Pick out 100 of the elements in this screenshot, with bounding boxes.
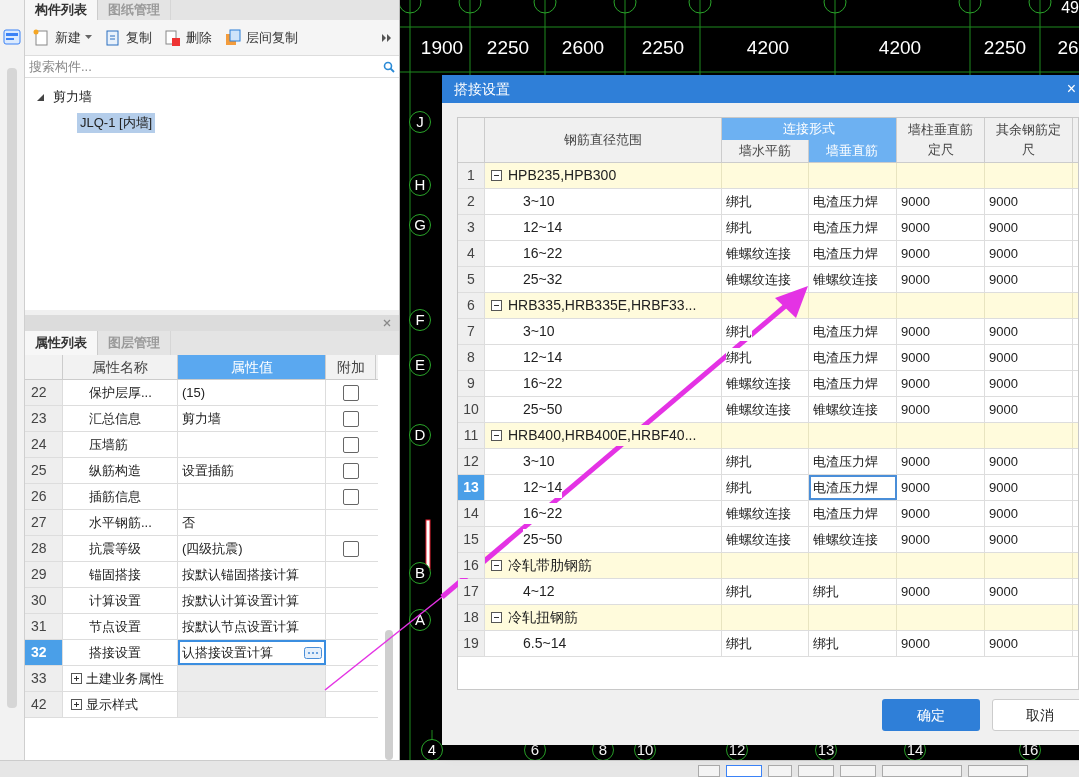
close-button[interactable]: × (1066, 81, 1076, 97)
property-name: 锚固搭接 (89, 565, 141, 584)
column-header[interactable]: 墙水平筋 (722, 140, 809, 162)
double-chevron-icon[interactable] (382, 33, 391, 42)
property-name: 抗震等级 (89, 539, 141, 558)
cancel-button[interactable]: 取消 (992, 699, 1079, 731)
table-cell: 16~22 (523, 503, 563, 524)
row-number[interactable]: 12 (458, 449, 485, 474)
checkbox[interactable] (343, 540, 359, 557)
column-header[interactable]: 附加 (326, 355, 376, 379)
tab[interactable]: 构件列表 (25, 0, 98, 20)
row-number[interactable]: 19 (458, 631, 485, 656)
row-number[interactable]: 33 (25, 666, 63, 691)
row-number[interactable]: 18 (458, 605, 485, 630)
row-number[interactable]: 11 (458, 423, 485, 448)
group-name: 土建业务属性 (86, 669, 164, 688)
row-number[interactable]: 1 (458, 163, 485, 188)
row-number[interactable]: 9 (458, 371, 485, 396)
scrollbar[interactable] (384, 630, 393, 760)
row-number[interactable]: 22 (25, 380, 63, 405)
row-number[interactable]: 5 (458, 267, 485, 292)
collapse-triangle-icon[interactable] (37, 93, 44, 101)
axis-label: J (409, 111, 431, 133)
ellipsis-button[interactable] (304, 646, 322, 659)
row-number[interactable]: 29 (25, 562, 63, 587)
row-number[interactable]: 7 (458, 319, 485, 344)
row-number[interactable]: 16 (458, 553, 485, 578)
axis-label: D (409, 424, 431, 446)
property-value: (四级抗震) (182, 539, 243, 558)
property-name: 插筋信息 (89, 487, 141, 506)
row-number[interactable]: 14 (458, 501, 485, 526)
tab[interactable]: 属性列表 (25, 331, 98, 355)
document-icon (164, 28, 182, 47)
row-number[interactable]: 2 (458, 189, 485, 214)
row-number[interactable]: 6 (458, 293, 485, 318)
axis-bubble (1028, 0, 1052, 14)
checkbox[interactable] (343, 384, 359, 401)
row-number[interactable]: 4 (458, 241, 485, 266)
toolbar-button[interactable]: 删除 (164, 27, 212, 48)
property-name: 保护层厚... (89, 383, 152, 402)
row-number[interactable]: 42 (25, 692, 63, 717)
collapse-icon[interactable] (491, 170, 502, 181)
group-name: 显示样式 (86, 695, 138, 714)
axis-label: F (409, 309, 431, 331)
property-value: (15) (182, 383, 206, 402)
property-name: 汇总信息 (89, 409, 141, 428)
property-value: 按默认锚固搭接计算 (182, 565, 299, 584)
property-name: 节点设置 (89, 617, 141, 636)
collapse-icon[interactable] (491, 560, 502, 571)
row-number[interactable]: 30 (25, 588, 63, 613)
scrollbar[interactable] (7, 68, 17, 708)
checkbox[interactable] (343, 410, 359, 427)
row-number[interactable]: 25 (25, 458, 63, 483)
window-icon[interactable] (3, 28, 21, 46)
row-number[interactable]: 15 (458, 527, 485, 552)
axis-label: E (409, 354, 431, 376)
toolbar-button[interactable] (726, 765, 762, 777)
axis-label: B (409, 562, 431, 584)
row-number[interactable]: 10 (458, 397, 485, 422)
checkbox[interactable] (343, 462, 359, 479)
axis-bubble (458, 0, 482, 14)
toolbar-button[interactable]: 新建 (33, 27, 92, 48)
search-icon[interactable] (383, 60, 395, 73)
axis-bubble (823, 0, 847, 14)
row-number[interactable]: 17 (458, 579, 485, 604)
axis-bubble (688, 0, 712, 14)
row-number[interactable]: 28 (25, 536, 63, 561)
column-header[interactable]: 墙柱垂直筋定尺 (905, 120, 976, 160)
checkbox[interactable] (343, 488, 359, 505)
tree-item[interactable]: JLQ-1 [内墙] (77, 113, 156, 133)
row-number[interactable]: 24 (25, 432, 63, 457)
collapse-icon[interactable] (491, 612, 502, 623)
checkbox[interactable] (343, 436, 359, 453)
row-number[interactable]: 27 (25, 510, 63, 535)
collapse-icon[interactable] (491, 300, 502, 311)
axis-label: H (409, 174, 431, 196)
property-name: 水平钢筋... (89, 513, 152, 532)
row-number[interactable]: 8 (458, 345, 485, 370)
dimension-label: 4200 (878, 38, 922, 57)
ok-button[interactable]: 确定 (882, 699, 980, 731)
property-value: 剪力墙 (182, 409, 221, 428)
row-number[interactable]: 3 (458, 215, 485, 240)
toolbar-button[interactable]: 层间复制 (224, 27, 298, 48)
column-header[interactable]: 其余钢筋定尺 (993, 120, 1064, 160)
toolbar-button[interactable]: 复制 (104, 27, 152, 48)
collapse-icon[interactable] (491, 430, 502, 441)
property-value[interactable]: 认搭接设置计算 (182, 642, 273, 663)
row-number[interactable]: 31 (25, 614, 63, 639)
expand-icon[interactable] (71, 699, 82, 710)
expand-icon[interactable] (71, 673, 82, 684)
dimension-label: 4200 (746, 38, 790, 57)
axis-bubble (533, 0, 557, 14)
property-name: 搭接设置 (89, 643, 141, 662)
row-number[interactable]: 23 (25, 406, 63, 431)
row-number[interactable]: 26 (25, 484, 63, 509)
axis-bubble (613, 0, 637, 14)
tree-item[interactable]: 剪力墙 (50, 87, 95, 107)
wall-marker (425, 519, 431, 571)
axis-label: G (409, 214, 431, 236)
close-icon[interactable] (383, 319, 391, 327)
